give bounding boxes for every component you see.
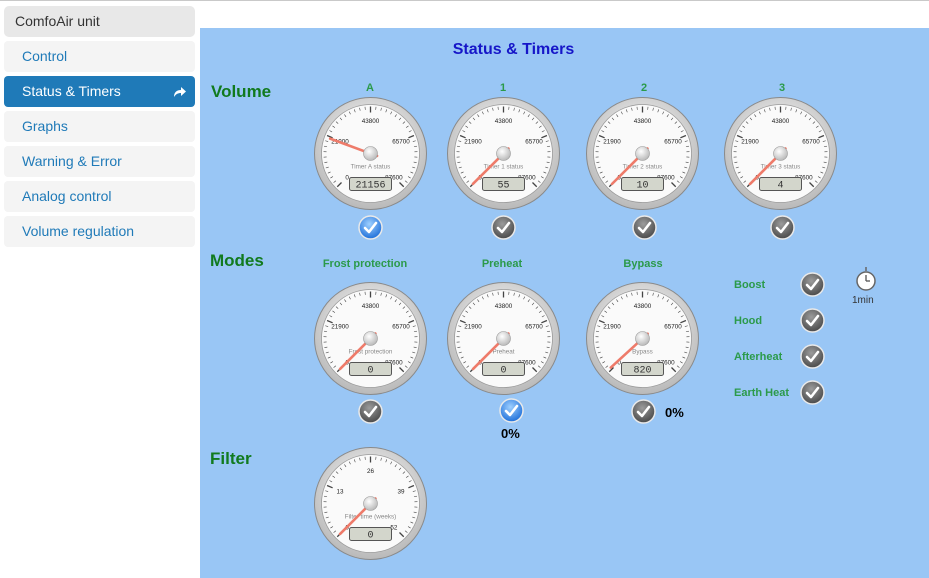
- gauge-tick-label: 43800: [362, 118, 380, 125]
- section-title-volume: Volume: [211, 82, 272, 101]
- gauge-preheat: 021900438006570087600Preheat0: [446, 281, 561, 396]
- sidebar-item-analog-control[interactable]: Analog control: [4, 181, 195, 212]
- timer-a-checkbox[interactable]: [358, 215, 383, 240]
- gauge-tick-label: 13: [337, 488, 345, 495]
- gauge-tick-label: 65700: [664, 138, 682, 145]
- gauge-timer-a: 021900438006570087600Timer A status21156: [313, 96, 428, 211]
- gauge-label-preheat: Preheat: [481, 258, 523, 270]
- main-panel: Status & Timers Volume Modes Filter A 1 …: [200, 28, 929, 578]
- bypass-checkbox[interactable]: [631, 399, 656, 424]
- bypass-percent: 0%: [665, 405, 684, 420]
- gauge-tick-label: 21900: [464, 323, 482, 330]
- gauge-tick-label: 43800: [634, 118, 652, 125]
- gauge-lcd-value: 4: [777, 181, 783, 192]
- gauge-caption: Preheat: [492, 349, 514, 356]
- earth-heat-checkbox[interactable]: [800, 380, 825, 405]
- gauge-frost-protection: 021900438006570087600Frost protection0: [313, 281, 428, 396]
- gauge-lcd-value: 10: [636, 181, 648, 192]
- afterheat-checkbox[interactable]: [800, 344, 825, 369]
- gauge-tick-label: 43800: [772, 118, 790, 125]
- preheat-percent: 0%: [501, 426, 520, 441]
- sidebar-header: ComfoAir unit: [4, 6, 195, 37]
- hood-checkbox[interactable]: [800, 308, 825, 333]
- gauge-label-timer-a: A: [366, 82, 374, 94]
- gauge-caption: Timer A status: [351, 164, 391, 171]
- gauge-tick-label: 0: [345, 174, 349, 181]
- gauge-tick-label: 21900: [331, 323, 349, 330]
- stopwatch-icon[interactable]: [854, 266, 878, 292]
- gauge-lcd-value: 55: [497, 181, 509, 192]
- gauge-tick-label: 43800: [362, 303, 380, 310]
- gauge-tick-label: 39: [397, 488, 405, 495]
- sidebar-item-volume-regulation[interactable]: Volume regulation: [4, 216, 195, 247]
- top-border: [0, 0, 929, 1]
- timer-1-checkbox[interactable]: [491, 215, 516, 240]
- gauge-timer-1: 021900438006570087600Timer 1 status55: [446, 96, 561, 211]
- gauge-timer-2: 021900438006570087600Timer 2 status10: [585, 96, 700, 211]
- gauge-tick-label: 21900: [603, 138, 621, 145]
- mode-label-boost: Boost: [734, 279, 766, 291]
- gauge-tick-label: 65700: [525, 138, 543, 145]
- gauge-tick-label: 21900: [741, 138, 759, 145]
- gauge-label-bypass: Bypass: [623, 258, 663, 270]
- gauge-timer-3: 021900438006570087600Timer 3 status4: [723, 96, 838, 211]
- gauge-tick-label: 65700: [392, 323, 410, 330]
- sidebar-item-status-timers[interactable]: Status & Timers: [4, 76, 195, 107]
- timer-2-checkbox[interactable]: [632, 215, 657, 240]
- gauge-label-timer-3: 3: [778, 82, 786, 94]
- frost-protection-checkbox[interactable]: [358, 399, 383, 424]
- gauge-tick-label: 43800: [495, 118, 513, 125]
- share-arrow-icon: [174, 87, 186, 97]
- boost-timer-label: 1min: [852, 295, 874, 306]
- page-title: Status & Timers: [452, 41, 575, 58]
- gauge-caption: Bypass: [632, 349, 653, 356]
- section-title-filter: Filter: [210, 449, 252, 468]
- mode-label-hood: Hood: [734, 315, 763, 327]
- gauge-tick-label: 65700: [392, 138, 410, 145]
- gauge-tick-label: 26: [367, 468, 375, 475]
- gauge-lcd-value: 0: [367, 531, 373, 542]
- gauge-tick-label: 43800: [634, 303, 652, 310]
- gauge-tick-label: 43800: [495, 303, 513, 310]
- gauge-label-frost-protection: Frost protection: [322, 258, 408, 270]
- gauge-tick-label: 21900: [603, 323, 621, 330]
- gauge-tick-label: 65700: [664, 323, 682, 330]
- timer-3-checkbox[interactable]: [770, 215, 795, 240]
- gauge-label-timer-2: 2: [640, 82, 648, 94]
- gauge-filter-time: 013263952Filter time (weeks)0: [313, 446, 428, 561]
- gauge-tick-label: 65700: [525, 323, 543, 330]
- mode-label-afterheat: Afterheat: [734, 351, 783, 363]
- gauge-lcd-value: 820: [633, 366, 651, 377]
- gauge-lcd-value: 0: [500, 366, 506, 377]
- gauge-tick-label: 65700: [802, 138, 820, 145]
- gauge-bypass: 0 21900 43800 65700 87600 Bypass 820: [585, 281, 700, 396]
- preheat-checkbox[interactable]: [499, 398, 524, 423]
- sidebar-item-graphs[interactable]: Graphs: [4, 111, 195, 142]
- section-title-modes: Modes: [210, 251, 264, 270]
- gauge-caption: Filter time (weeks): [345, 514, 396, 521]
- boost-checkbox[interactable]: [800, 272, 825, 297]
- gauge-label-timer-1: 1: [499, 82, 507, 94]
- sidebar: ComfoAir unit Control Status & Timers Gr…: [4, 6, 195, 247]
- sidebar-item-label: Status & Timers: [22, 83, 121, 99]
- mode-label-earth-heat: Earth Heat: [734, 387, 790, 399]
- sidebar-item-warning-error[interactable]: Warning & Error: [4, 146, 195, 177]
- gauge-tick-label: 21900: [464, 138, 482, 145]
- sidebar-item-control[interactable]: Control: [4, 41, 195, 72]
- gauge-lcd-value: 21156: [355, 181, 385, 192]
- gauge-lcd-value: 0: [367, 366, 373, 377]
